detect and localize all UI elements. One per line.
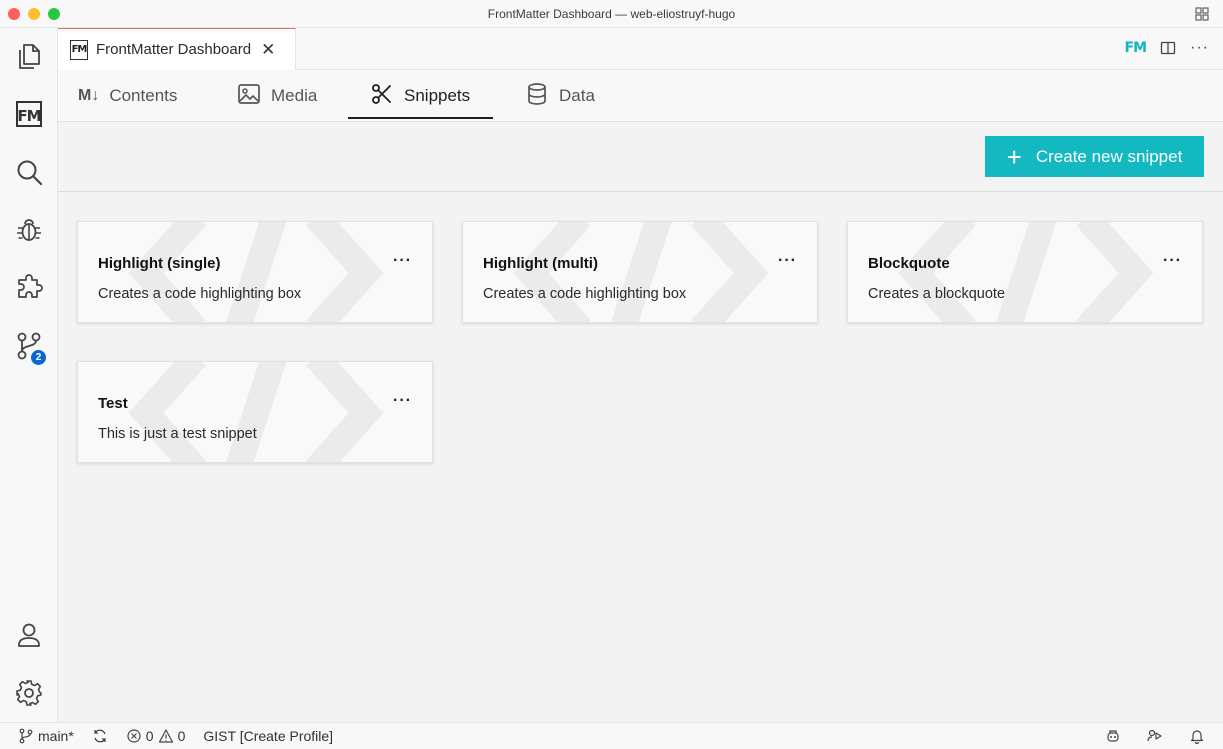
split-editor-icon[interactable] bbox=[1160, 40, 1176, 56]
warning-count: 0 bbox=[177, 728, 186, 744]
activity-frontmatter[interactable]: FM bbox=[0, 90, 58, 138]
code-watermark-icon bbox=[898, 222, 1154, 322]
editor-tab-bar: FM FrontMatter Dashboard ✕ FM ··· bbox=[58, 28, 1223, 70]
tab-actions: FM ··· bbox=[1125, 40, 1209, 57]
layout-icon[interactable] bbox=[1195, 7, 1209, 21]
close-icon[interactable]: ✕ bbox=[261, 40, 275, 60]
status-sync[interactable] bbox=[92, 728, 108, 744]
frontmatter-logo-icon: FM bbox=[70, 39, 88, 60]
tab-data-label: Data bbox=[559, 86, 595, 105]
tab-frontmatter-dashboard[interactable]: FM FrontMatter Dashboard ✕ bbox=[58, 28, 296, 70]
maximize-window-button[interactable] bbox=[48, 8, 60, 20]
warning-icon bbox=[158, 729, 173, 743]
status-problems[interactable]: 0 0 bbox=[126, 728, 186, 744]
status-branch[interactable]: main* bbox=[18, 728, 74, 744]
tab-snippets[interactable]: Snippets bbox=[370, 70, 470, 122]
account-icon bbox=[18, 623, 40, 647]
activity-debug[interactable] bbox=[0, 206, 58, 254]
activity-settings[interactable] bbox=[0, 669, 58, 717]
error-icon bbox=[127, 729, 141, 743]
activity-extensions[interactable] bbox=[0, 264, 58, 312]
activity-account[interactable] bbox=[0, 611, 58, 659]
plus-icon: + bbox=[1006, 141, 1022, 172]
snippet-card[interactable]: Highlight (multi) Creates a code highlig… bbox=[462, 221, 818, 323]
error-count: 0 bbox=[145, 728, 154, 744]
code-watermark-icon bbox=[513, 222, 769, 322]
frontmatter-icon: FM bbox=[16, 101, 42, 127]
copilot-icon[interactable] bbox=[1105, 728, 1121, 744]
snippet-title: Highlight (single) bbox=[98, 255, 221, 272]
sync-icon bbox=[94, 729, 106, 743]
search-icon bbox=[17, 160, 43, 186]
snippet-description: Creates a code highlighting box bbox=[98, 286, 302, 302]
status-gist[interactable]: GIST [Create Profile] bbox=[203, 728, 333, 744]
live-share-icon[interactable] bbox=[1147, 728, 1163, 744]
snippet-menu-icon[interactable]: ··· bbox=[393, 392, 412, 410]
window-controls bbox=[8, 8, 60, 20]
bell-icon[interactable] bbox=[1189, 728, 1205, 744]
snippets-toolbar: + Create new snippet bbox=[58, 122, 1223, 192]
snippet-menu-icon[interactable]: ··· bbox=[393, 252, 412, 270]
scissors-icon bbox=[370, 82, 394, 111]
create-snippet-label: Create new snippet bbox=[1035, 146, 1183, 166]
svg-text:FM: FM bbox=[17, 107, 40, 125]
code-watermark-icon bbox=[128, 362, 384, 462]
window-title: FrontMatter Dashboard — web-eliostruyf-h… bbox=[487, 6, 736, 21]
activity-search[interactable] bbox=[0, 148, 58, 196]
close-window-button[interactable] bbox=[8, 8, 20, 20]
tab-media[interactable]: Media bbox=[237, 70, 317, 122]
debug-icon bbox=[17, 219, 41, 241]
code-watermark-icon bbox=[128, 222, 384, 322]
snippet-description: Creates a blockquote bbox=[868, 286, 1006, 302]
tab-snippets-label: Snippets bbox=[404, 86, 471, 105]
dashboard-nav: M↓ Contents Media Snippets Data bbox=[58, 70, 1223, 122]
snippet-description: This is just a test snippet bbox=[98, 426, 257, 442]
more-actions-icon[interactable]: ··· bbox=[1190, 40, 1209, 56]
tab-contents[interactable]: M↓ Contents bbox=[78, 70, 177, 122]
snippet-title: Blockquote bbox=[868, 255, 950, 272]
explorer-icon bbox=[19, 44, 40, 69]
snippet-menu-icon[interactable]: ··· bbox=[778, 252, 797, 270]
extensions-icon bbox=[18, 274, 43, 298]
snippet-menu-icon[interactable]: ··· bbox=[1163, 252, 1182, 270]
activity-bar: FM 2 bbox=[0, 28, 58, 722]
snippet-card[interactable]: Test This is just a test snippet ··· bbox=[77, 361, 433, 463]
markdown-icon: M↓ bbox=[78, 87, 100, 104]
status-bar: main* 0 0 GIST [Create Profile] bbox=[0, 722, 1223, 749]
activity-explorer[interactable] bbox=[0, 32, 58, 80]
create-snippet-button[interactable]: + Create new snippet bbox=[985, 136, 1204, 177]
tab-data[interactable]: Data bbox=[525, 70, 595, 122]
frontmatter-action-icon[interactable]: FM bbox=[1125, 40, 1147, 56]
image-icon bbox=[237, 82, 261, 111]
snippet-card[interactable]: Highlight (single) Creates a code highli… bbox=[77, 221, 433, 323]
active-tab-indicator bbox=[348, 117, 493, 119]
snippet-title: Test bbox=[98, 395, 128, 412]
snippet-title: Highlight (multi) bbox=[483, 255, 598, 272]
activity-source-control[interactable]: 2 bbox=[0, 322, 58, 370]
tab-contents-label: Contents bbox=[109, 86, 178, 105]
git-branch-icon bbox=[19, 728, 33, 744]
source-control-badge: 2 bbox=[30, 349, 47, 366]
database-icon bbox=[525, 82, 549, 111]
minimize-window-button[interactable] bbox=[28, 8, 40, 20]
status-right bbox=[1105, 728, 1205, 744]
branch-name: main* bbox=[38, 728, 74, 744]
title-bar: FrontMatter Dashboard — web-eliostruyf-h… bbox=[0, 0, 1223, 28]
gist-label: GIST [Create Profile] bbox=[203, 728, 334, 744]
snippet-card[interactable]: Blockquote Creates a blockquote ··· bbox=[847, 221, 1203, 323]
tab-label: FrontMatter Dashboard bbox=[96, 41, 252, 58]
snippet-description: Creates a code highlighting box bbox=[483, 286, 687, 302]
tab-media-label: Media bbox=[271, 86, 318, 105]
settings-icon bbox=[16, 680, 42, 706]
